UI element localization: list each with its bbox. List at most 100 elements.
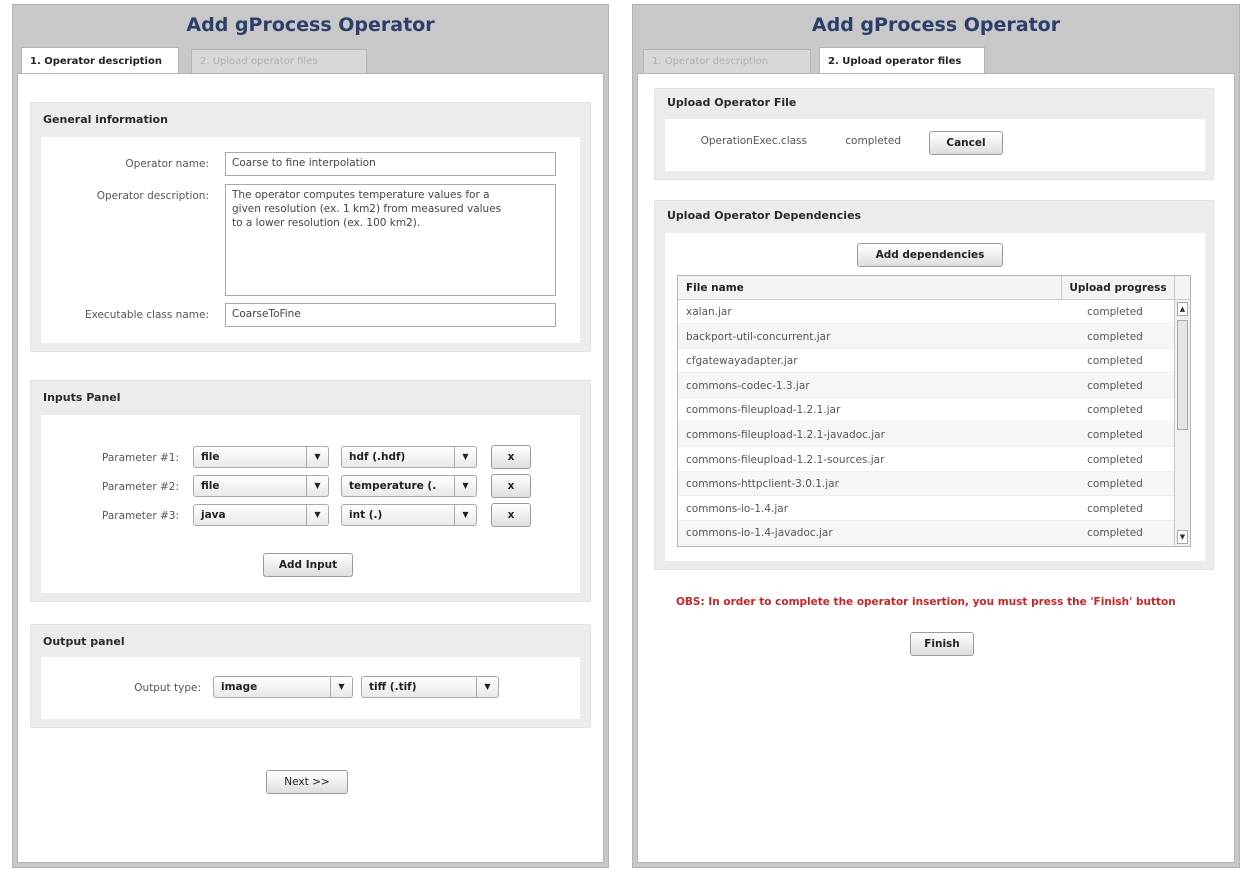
dependency-file-name: xalan.jar bbox=[686, 306, 732, 318]
dependency-upload-progress: completed bbox=[1087, 306, 1143, 318]
dependency-upload-progress: completed bbox=[1087, 429, 1143, 441]
parameter-label: Parameter #1: bbox=[102, 452, 179, 464]
add-input-button[interactable]: Add Input bbox=[263, 553, 353, 577]
table-row[interactable]: commons-fileupload-1.2.1-sources.jar comp… bbox=[678, 448, 1174, 472]
section-title: Upload Operator File bbox=[667, 96, 797, 109]
column-header-upload-progress[interactable]: Upload progress bbox=[1062, 276, 1174, 300]
executable-class-label: Executable class name: bbox=[84, 309, 209, 321]
dependency-file-name: commons-io-1.4-javadoc.jar bbox=[686, 527, 833, 540]
chevron-down-icon: ▼ bbox=[454, 505, 476, 525]
parameter-format-select[interactable]: int (.) ▼ bbox=[341, 504, 477, 526]
operator-description-textarea[interactable]: The operator computes temperature values… bbox=[225, 184, 556, 296]
dependency-file-name: commons-io-1.4.jar bbox=[686, 502, 789, 515]
output-body: Output type: image ▼ tiff (.tif) ▼ bbox=[41, 657, 580, 719]
parameter-format-select[interactable]: temperature (. ▼ bbox=[341, 475, 477, 497]
parameter-label: Parameter #2: bbox=[102, 481, 179, 493]
dependency-upload-progress: completed bbox=[1087, 404, 1143, 417]
section-title: Inputs Panel bbox=[43, 391, 121, 404]
table-row[interactable]: commons-io-1.4.jar completed bbox=[678, 497, 1174, 521]
parameter-format-select[interactable]: hdf (.hdf) ▼ bbox=[341, 446, 477, 468]
general-information-panel: General information Operator name: Coars… bbox=[30, 102, 591, 352]
dependency-file-name: commons-httpclient-3.0.1.jar bbox=[686, 478, 839, 491]
scrollbar-thumb[interactable] bbox=[1177, 320, 1188, 430]
window-title: Add gProcess Operator bbox=[811, 14, 1061, 36]
tab-bar: 1. Operator description 2. Upload operat… bbox=[17, 47, 604, 74]
output-type-select[interactable]: image ▼ bbox=[213, 676, 353, 698]
table-row[interactable]: commons-fileupload-1.2.1-javadoc.jar comp… bbox=[678, 423, 1174, 447]
tab-operator-description[interactable]: 1. Operator description bbox=[21, 47, 179, 74]
dependency-file-name: backport-util-concurrent.jar bbox=[686, 330, 831, 343]
chevron-down-icon: ▼ bbox=[476, 677, 498, 697]
upload-status: completed bbox=[845, 135, 901, 147]
table-row[interactable]: backport-util-concurrent.jar completed bbox=[678, 324, 1174, 349]
scroll-up-icon[interactable]: ▲ bbox=[1177, 302, 1188, 316]
remove-parameter-button[interactable]: x bbox=[491, 445, 531, 469]
upload-operator-file-panel: Upload Operator File OperationExec.class… bbox=[654, 88, 1214, 180]
chevron-down-icon: ▼ bbox=[306, 447, 328, 467]
table-scrollbar[interactable]: ▲ ▼ bbox=[1174, 300, 1190, 546]
upload-operator-file-body: OperationExec.class completed Cancel bbox=[665, 119, 1205, 171]
section-title: Upload Operator Dependencies bbox=[667, 209, 862, 222]
dependency-file-name: commons-fileupload-1.2.1.jar bbox=[686, 404, 841, 417]
operator-name-label: Operator name: bbox=[125, 158, 209, 170]
tab-bar: 1. Operator description 2. Upload operat… bbox=[637, 47, 1235, 74]
dependency-upload-progress: completed bbox=[1087, 355, 1143, 368]
table-row[interactable]: commons-io-1.4-javadoc.jar completed bbox=[678, 521, 1174, 546]
header-spacer bbox=[1174, 276, 1190, 300]
dependency-file-name: commons-codec-1.3.jar bbox=[686, 379, 810, 392]
inputs-body: Parameter #1: file ▼ hdf (.hdf) ▼ x Para… bbox=[41, 415, 580, 593]
parameter-type-select[interactable]: java ▼ bbox=[193, 504, 329, 526]
operator-description-label: Operator description: bbox=[96, 190, 209, 202]
dependency-upload-progress: completed bbox=[1087, 478, 1143, 491]
next-button[interactable]: Next >> bbox=[266, 770, 348, 794]
tab-content: General information Operator name: Coars… bbox=[17, 73, 604, 863]
dependencies-table: File name Upload progress xalan.jar compl… bbox=[677, 275, 1191, 547]
chevron-down-icon: ▼ bbox=[454, 447, 476, 467]
tab-content: Upload Operator File OperationExec.class… bbox=[637, 73, 1235, 863]
chevron-down-icon: ▼ bbox=[454, 476, 476, 496]
section-title: General information bbox=[43, 113, 168, 126]
executable-class-input[interactable]: CoarseToFine bbox=[225, 303, 556, 327]
tab-upload-operator-files[interactable]: 2. Upload operator files bbox=[819, 47, 985, 74]
dependency-upload-progress: completed bbox=[1087, 379, 1143, 392]
parameter-label: Parameter #3: bbox=[102, 510, 179, 522]
chevron-down-icon: ▼ bbox=[306, 476, 328, 496]
dependency-upload-progress: completed bbox=[1087, 330, 1143, 343]
window-title: Add gProcess Operator bbox=[186, 14, 435, 36]
output-type-label: Output type: bbox=[134, 682, 201, 694]
upload-operator-files-window: Add gProcess Operator 1. Operator descri… bbox=[632, 4, 1240, 868]
inputs-panel: Inputs Panel Parameter #1: file ▼ hdf (.… bbox=[30, 380, 591, 602]
dependency-file-name: commons-fileupload-1.2.1-sources.jar bbox=[686, 453, 885, 466]
output-panel: Output panel Output type: image ▼ tiff (… bbox=[30, 624, 591, 728]
tab-operator-description[interactable]: 1. Operator description bbox=[643, 49, 811, 73]
output-format-select[interactable]: tiff (.tif) ▼ bbox=[361, 676, 499, 698]
parameter-type-select[interactable]: file ▼ bbox=[193, 446, 329, 468]
finish-button[interactable]: Finish bbox=[910, 632, 974, 656]
column-header-file-name[interactable]: File name bbox=[678, 276, 1062, 300]
table-row[interactable]: xalan.jar completed bbox=[678, 300, 1174, 324]
table-row[interactable]: cfgatewayadapter.jar completed bbox=[678, 349, 1174, 374]
table-row[interactable]: commons-httpclient-3.0.1.jar completed bbox=[678, 472, 1174, 497]
table-row[interactable]: commons-fileupload-1.2.1.jar completed bbox=[678, 398, 1174, 423]
parameter-type-select[interactable]: file ▼ bbox=[193, 475, 329, 497]
operator-name-input[interactable]: Coarse to fine interpolation bbox=[225, 152, 556, 176]
section-title: Output panel bbox=[43, 635, 125, 648]
dependency-file-name: commons-fileupload-1.2.1-javadoc.jar bbox=[686, 429, 885, 441]
add-dependencies-button[interactable]: Add dependencies bbox=[857, 243, 1003, 267]
general-information-body: Operator name: Coarse to fine interpolat… bbox=[41, 137, 580, 343]
operator-description-window: Add gProcess Operator 1. Operator descri… bbox=[12, 4, 609, 868]
dependency-upload-progress: completed bbox=[1087, 527, 1143, 540]
tab-upload-operator-files[interactable]: 2. Upload operator files bbox=[191, 49, 367, 73]
remove-parameter-button[interactable]: x bbox=[491, 503, 531, 527]
upload-dependencies-panel: Upload Operator Dependencies Add depende… bbox=[654, 200, 1214, 570]
scroll-down-icon[interactable]: ▼ bbox=[1177, 530, 1188, 544]
upload-dependencies-body: Add dependencies File name Upload progre… bbox=[665, 233, 1205, 561]
remove-parameter-button[interactable]: x bbox=[491, 474, 531, 498]
cancel-upload-button[interactable]: Cancel bbox=[929, 131, 1003, 155]
finish-notice: OBS: In order to complete the operator i… bbox=[676, 596, 1176, 608]
dependency-upload-progress: completed bbox=[1087, 453, 1143, 466]
chevron-down-icon: ▼ bbox=[330, 677, 352, 697]
table-row[interactable]: commons-codec-1.3.jar completed bbox=[678, 373, 1174, 398]
chevron-down-icon: ▼ bbox=[306, 505, 328, 525]
dependency-upload-progress: completed bbox=[1087, 502, 1143, 515]
